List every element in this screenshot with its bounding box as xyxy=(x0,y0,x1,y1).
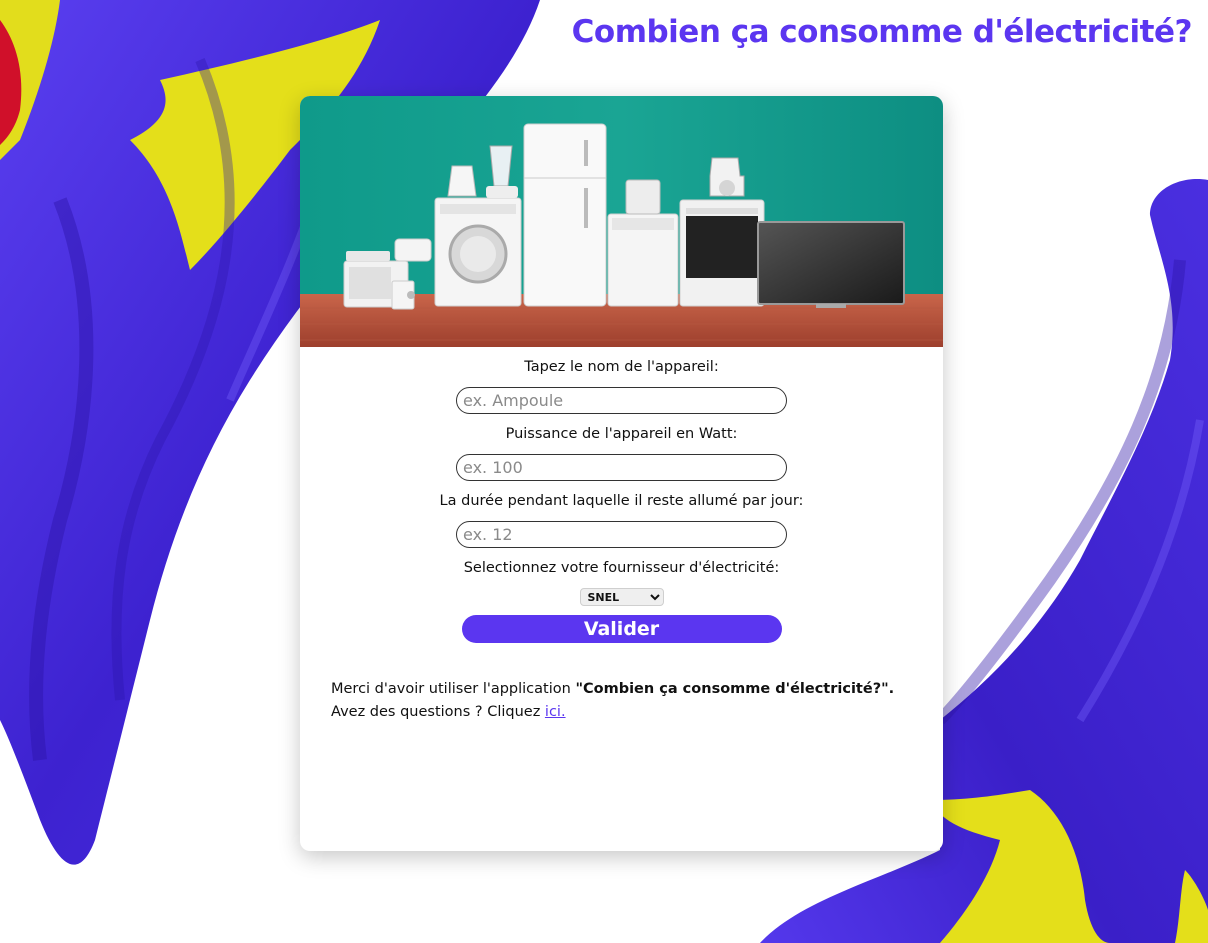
device-name-input[interactable] xyxy=(456,387,787,414)
power-label: Puissance de l'appareil en Watt: xyxy=(505,426,738,442)
device-name-label: Tapez le nom de l'appareil: xyxy=(524,359,719,375)
appliances-image xyxy=(300,96,943,347)
calculator-card: Tapez le nom de l'appareil: Puissance de… xyxy=(300,96,943,851)
duration-input[interactable] xyxy=(456,521,787,548)
submit-button[interactable]: Valider xyxy=(461,615,782,643)
contact-link[interactable]: ici. xyxy=(545,704,566,720)
footer-message: Merci d'avoir utiliser l'application "Co… xyxy=(331,678,894,724)
provider-label: Selectionnez votre fournisseur d'électri… xyxy=(463,560,780,576)
questions-text: Avez des questions ? Cliquez xyxy=(331,704,545,720)
thanks-text: Merci d'avoir utiliser l'application xyxy=(331,681,576,697)
provider-select[interactable]: SNEL xyxy=(579,588,664,606)
power-input[interactable] xyxy=(456,454,787,481)
consumption-form: Tapez le nom de l'appareil: Puissance de… xyxy=(300,358,943,643)
app-name: "Combien ça consomme d'électricité?". xyxy=(575,681,895,697)
page-title: Combien ça consomme d'électricité? xyxy=(571,14,1193,50)
duration-label: La durée pendant laquelle il reste allum… xyxy=(439,493,804,509)
